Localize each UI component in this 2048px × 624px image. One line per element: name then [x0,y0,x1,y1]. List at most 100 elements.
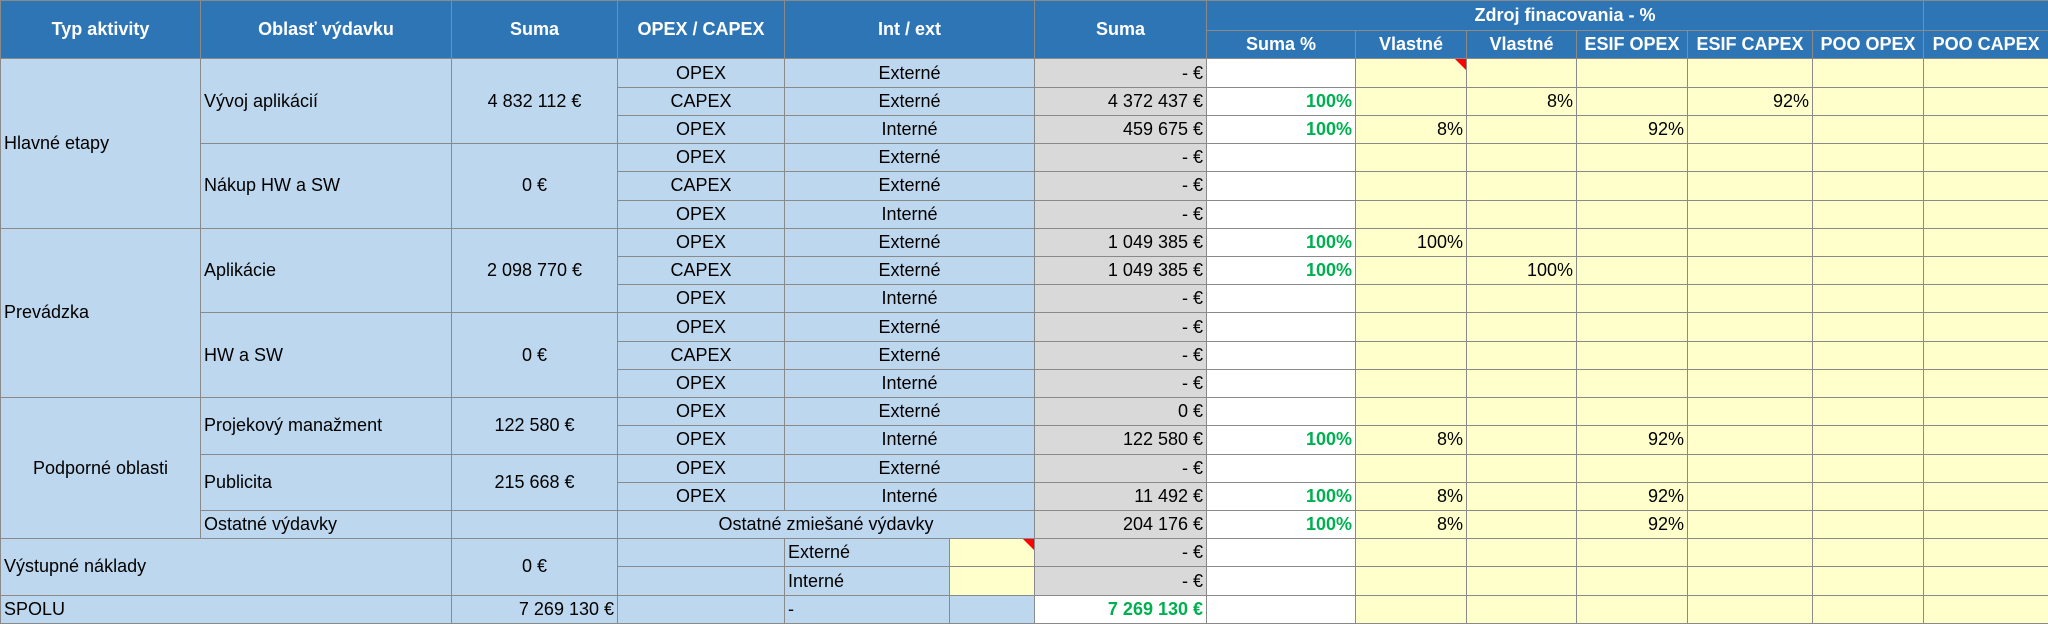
cell-int-ext[interactable]: Externé [783,58,1036,88]
cell-esif-opex[interactable] [1576,58,1689,88]
area-publicita-suma[interactable]: 215 668 € [451,453,618,511]
cell-esif-capex[interactable] [1687,58,1814,88]
cell-input[interactable] [948,538,1036,568]
cell-vlastne-2[interactable] [1466,594,1578,624]
cell-int-ext[interactable]: Externé [783,397,1036,427]
cell-poo-capex[interactable] [1923,58,2048,88]
cell-esif-capex[interactable] [1687,143,1814,173]
cell-poo-capex[interactable] [1923,538,2048,568]
cell-amount[interactable]: 459 675 € [1034,114,1208,145]
header-esif-opex[interactable]: ESIF OPEX [1576,30,1689,60]
cell-esif-capex[interactable] [1687,594,1814,624]
cell-esif-capex[interactable] [1687,227,1814,257]
cell-suma-pct[interactable]: 100% [1206,481,1357,511]
cell-poo-capex[interactable] [1923,594,2048,624]
cell-input[interactable] [948,566,1036,596]
cell-vlastne-2[interactable] [1466,538,1578,568]
cell-esif-capex[interactable] [1687,312,1814,342]
cell-suma-pct[interactable] [1206,58,1357,88]
cell-poo-opex[interactable] [1812,312,1925,342]
cell-vlastne-2[interactable] [1466,566,1578,596]
cell-type[interactable]: OPEX [617,453,785,483]
cell-poo-opex[interactable] [1812,171,1925,201]
area-nakup-suma[interactable]: 0 € [451,143,618,229]
cell-amount[interactable]: 1 049 385 € [1034,227,1208,257]
group-hlavne-etapy[interactable]: Hlavné etapy [0,58,201,229]
cell-amount[interactable]: - € [1034,566,1208,596]
cell-esif-capex[interactable] [1687,340,1814,370]
cell-vlastne-2[interactable] [1466,143,1578,173]
cell-poo-opex[interactable] [1812,425,1925,455]
cell-esif-capex[interactable] [1687,199,1814,229]
cell-amount[interactable]: 204 176 € [1034,509,1208,540]
cell-poo-capex[interactable] [1923,199,2048,229]
cell-poo-opex[interactable] [1812,143,1925,173]
cell-int-ext[interactable]: Interné [783,284,1036,314]
cell-vlastne-1[interactable] [1355,594,1468,624]
cell-esif-opex[interactable] [1576,284,1689,314]
cell-amount[interactable]: 122 580 € [1034,425,1208,455]
cell-ostatne-zmiesane[interactable]: Ostatné zmiešané výdavky [616,509,1036,540]
cell-int-ext[interactable]: - [784,594,950,624]
cell-suma-pct[interactable] [1206,340,1357,370]
spolu-total-amount[interactable]: 7 269 130 € [1034,594,1208,624]
cell-int-ext[interactable]: Interné [783,199,1036,229]
cell-vlastne-2[interactable] [1466,340,1578,370]
cell-vlastne-1[interactable]: 8% [1355,425,1468,455]
cell-poo-opex[interactable] [1812,255,1925,286]
cell-esif-capex[interactable] [1687,284,1814,314]
area-vyvoj-aplikacii[interactable]: Vývoj aplikácií [200,58,452,145]
cell-int-ext[interactable]: Externé [783,312,1036,342]
cell-vlastne-2[interactable] [1466,171,1578,201]
cell-suma-pct[interactable]: 100% [1206,86,1357,116]
cell-poo-opex[interactable] [1812,594,1925,624]
cell-esif-opex[interactable]: 92% [1576,425,1689,455]
cell-amount[interactable]: - € [1034,58,1208,88]
cell-esif-opex[interactable] [1576,227,1689,257]
cell-esif-capex[interactable] [1687,255,1814,286]
cell-poo-capex[interactable] [1923,312,2048,342]
cell-esif-opex[interactable] [1576,397,1689,427]
cell-vlastne-2[interactable]: 8% [1466,86,1578,116]
cell-poo-capex[interactable] [1923,425,2048,455]
cell-amount[interactable]: - € [1034,143,1208,173]
cell-int-ext[interactable]: Externé [783,171,1036,201]
cell-vlastne-1[interactable] [1355,397,1468,427]
cell-type[interactable]: OPEX [617,143,785,173]
cell-poo-capex[interactable] [1923,368,2048,399]
cell-vlastne-2[interactable] [1466,368,1578,399]
cell-type[interactable]: CAPEX [617,340,785,370]
cell-suma-pct[interactable] [1206,143,1357,173]
cell-esif-capex[interactable]: 92% [1687,86,1814,116]
cell-esif-opex[interactable] [1576,594,1689,624]
cell-esif-opex[interactable] [1576,143,1689,173]
cell-esif-capex[interactable] [1687,481,1814,511]
cell-int-ext[interactable]: Interné [783,368,1036,399]
cell-type[interactable]: OPEX [617,199,785,229]
cell-amount[interactable]: - € [1034,284,1208,314]
header-oblast-vydavku[interactable]: Oblasť výdavku [200,0,452,60]
cell-amount[interactable]: - € [1034,171,1208,201]
cell-esif-opex[interactable]: 92% [1576,509,1689,540]
cell-vlastne-1[interactable] [1355,284,1468,314]
cell-suma-pct[interactable] [1206,538,1357,568]
cell-int-ext[interactable]: Interné [783,114,1036,145]
header-typ-aktivity[interactable]: Typ aktivity [0,0,201,60]
cell-suma-pct[interactable] [1206,453,1357,483]
cell-esif-opex[interactable] [1576,453,1689,483]
cell-poo-capex[interactable] [1923,143,2048,173]
cell-suma-pct[interactable] [1206,312,1357,342]
area-aplikacie-suma[interactable]: 2 098 770 € [451,227,618,314]
header-poo-capex[interactable]: POO CAPEX [1923,30,2048,60]
area-hw-a-sw-suma[interactable]: 0 € [451,312,618,399]
cell-esif-opex[interactable] [1576,86,1689,116]
cell-vlastne-1[interactable] [1355,453,1468,483]
cell-type[interactable]: OPEX [617,312,785,342]
cell-poo-opex[interactable] [1812,566,1925,596]
header-suma[interactable]: Suma [451,0,618,60]
cell-vlastne-1[interactable] [1355,566,1468,596]
cell-int-ext[interactable]: Externé [783,340,1036,370]
area-publicita[interactable]: Publicita [200,453,452,511]
cell-poo-capex[interactable] [1923,566,2048,596]
cell-int-ext[interactable]: Interné [783,425,1036,455]
